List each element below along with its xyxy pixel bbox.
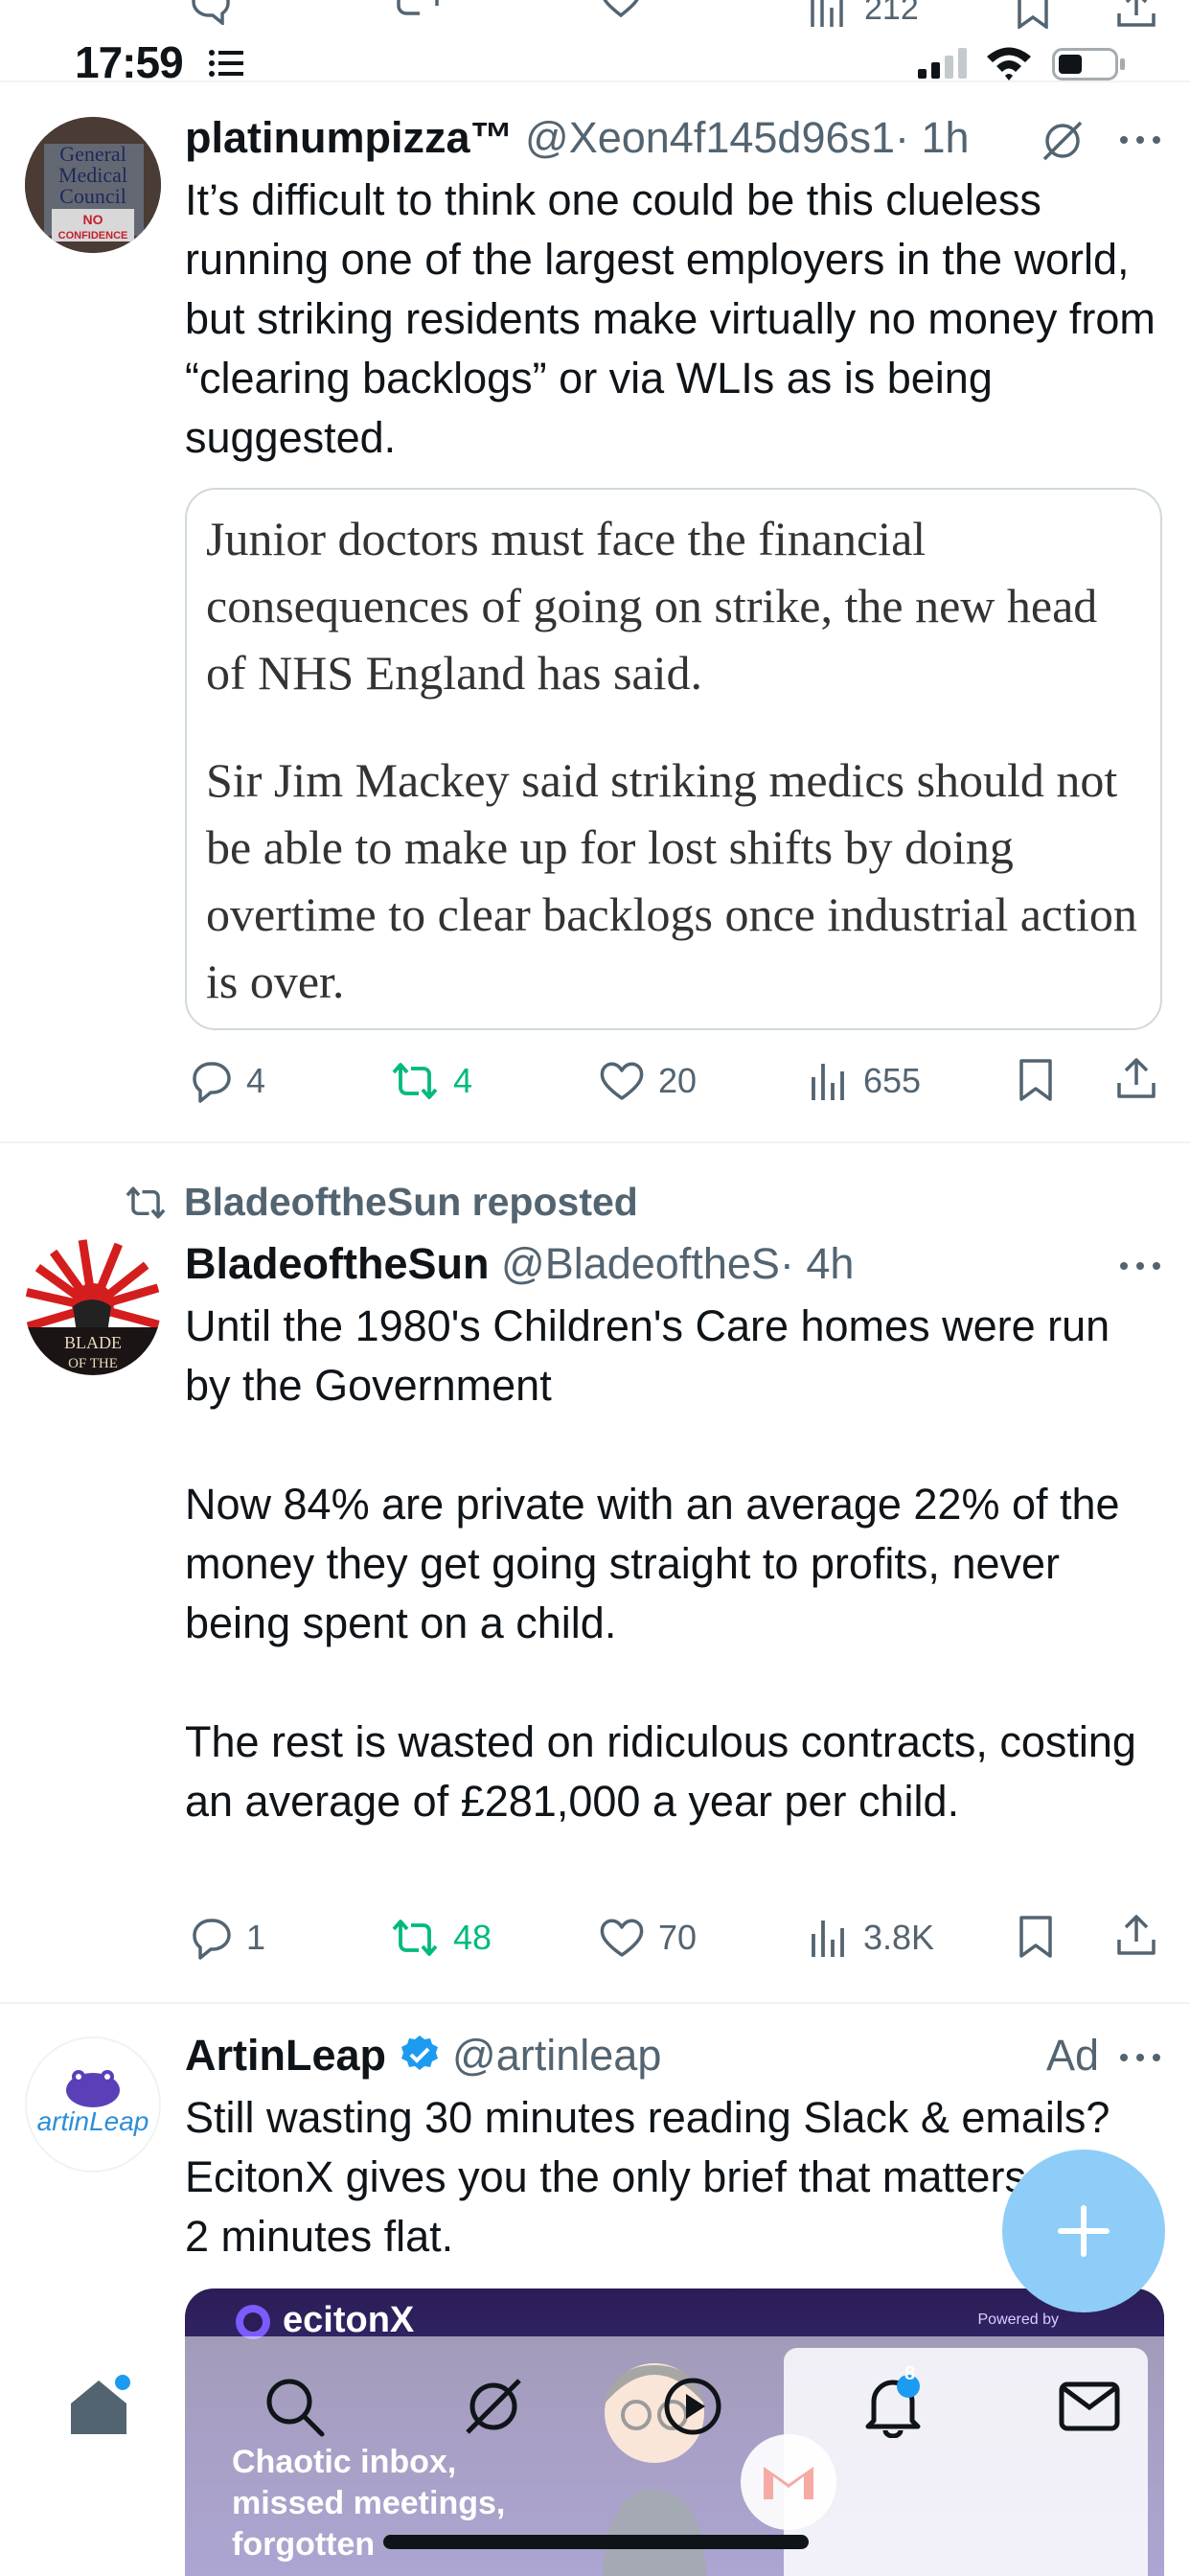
- home-indicator[interactable]: [383, 2535, 809, 2549]
- repost-icon: [392, 1063, 438, 1099]
- views-icon: [812, 1920, 844, 1957]
- views-icon: [812, 1064, 844, 1100]
- quoted-image[interactable]: Junior doctors must face the financial c…: [185, 488, 1162, 1030]
- more-options-icon[interactable]: [1119, 1260, 1161, 1272]
- tweet-header: ArtinLeap @artinleap: [185, 2031, 661, 2081]
- repost-icon: [392, 1920, 438, 1956]
- timestamp[interactable]: · 4h: [780, 1239, 855, 1288]
- wifi-icon: [987, 47, 1031, 80]
- reply-button[interactable]: 4: [189, 1052, 265, 1110]
- cellular-signal-icon: [918, 48, 967, 79]
- repost-button[interactable]: 4: [390, 1052, 472, 1110]
- avatar-text-1: BLADE: [64, 1333, 122, 1352]
- reply-count: 4: [246, 1061, 266, 1100]
- repost-count: 48: [453, 1918, 492, 1957]
- verified-badge-icon: [400, 2036, 438, 2070]
- display-name[interactable]: ArtinLeap: [185, 2031, 386, 2080]
- repost-button[interactable]: 48: [390, 1909, 492, 1966]
- bookmark-icon[interactable]: [1017, 1915, 1055, 1959]
- notification-badge: 8: [904, 2363, 916, 2384]
- tweet-text: It’s difficult to think one could be thi…: [185, 175, 1168, 462]
- compose-button[interactable]: [1002, 2150, 1165, 2312]
- reply-count: 1: [246, 1918, 266, 1957]
- home-icon[interactable]: [67, 2375, 130, 2438]
- like-icon: [600, 1062, 644, 1100]
- like-button[interactable]: 70: [599, 1909, 697, 1966]
- reply-button[interactable]: 1: [189, 1909, 265, 1966]
- views-count: 212: [864, 0, 919, 27]
- avatar-image: artinLeap: [37, 2070, 149, 2136]
- list-icon: [209, 50, 243, 77]
- tweet-text: Until the 1980's Children's Care homes w…: [185, 1301, 1136, 1826]
- quote-paragraph: Sir Jim Mackey said striking medics shou…: [206, 753, 1137, 1008]
- messages-icon[interactable]: [1058, 2375, 1121, 2438]
- like-icon[interactable]: [598, 0, 644, 25]
- timestamp[interactable]: · 1h: [895, 113, 970, 162]
- display-name[interactable]: BladeoftheSun: [185, 1239, 490, 1288]
- share-icon[interactable]: [1114, 1913, 1158, 1957]
- status-bar: 212 17:59: [0, 0, 1190, 87]
- avatar-text-2: OF THE: [68, 1356, 118, 1371]
- tweet-actions: 4 4 20 655: [185, 1052, 1172, 1110]
- more-options-icon[interactable]: [1119, 2052, 1161, 2063]
- display-name[interactable]: platinumpizza™: [185, 113, 514, 162]
- ad-label: Ad: [1045, 2031, 1099, 2080]
- share-icon[interactable]: [1114, 1056, 1158, 1100]
- avatar-image: BLADE OF THE: [25, 1239, 161, 1375]
- tweet[interactable]: General Medical Council NO CONFIDENCE pl…: [0, 84, 1190, 1143]
- avatar-text-3: Council: [59, 184, 126, 208]
- views-icon[interactable]: [807, 0, 849, 29]
- user-handle[interactable]: @Xeon4f145d96s1: [525, 113, 895, 162]
- avatar[interactable]: General Medical Council NO CONFIDENCE: [25, 117, 161, 253]
- repost-icon[interactable]: [393, 0, 443, 25]
- avatar-logo-text: artinLeap: [37, 2106, 149, 2136]
- like-icon: [600, 1919, 644, 1957]
- avatar-text-4: NO: [83, 212, 103, 227]
- tweet[interactable]: BladeoftheSun reposted BLADE OF THE Blad…: [0, 1145, 1190, 2004]
- views-button[interactable]: 3.8K: [808, 1909, 934, 1966]
- search-icon[interactable]: [263, 2375, 326, 2438]
- tweet-header: BladeoftheSun @BladeoftheS· 4h: [185, 1239, 854, 1289]
- grok-icon[interactable]: [462, 2375, 525, 2438]
- bookmark-icon[interactable]: [1016, 0, 1050, 29]
- grok-icon[interactable]: [1041, 119, 1085, 163]
- quote-paragraph: Junior doctors must face the financial c…: [206, 512, 1098, 700]
- video-icon[interactable]: [661, 2375, 724, 2438]
- plus-icon: [1058, 2205, 1110, 2257]
- tweet-header: platinumpizza™ @Xeon4f145d96s1· 1h: [185, 113, 970, 163]
- ad-brand: ecitonX: [283, 2300, 415, 2340]
- more-options-icon[interactable]: [1119, 134, 1161, 146]
- repost-indicator[interactable]: BladeoftheSun reposted: [123, 1180, 638, 1225]
- avatar[interactable]: BLADE OF THE: [25, 1239, 161, 1375]
- repost-count: 4: [453, 1061, 473, 1100]
- reply-icon[interactable]: [188, 0, 234, 25]
- repost-icon: [126, 1185, 166, 1219]
- notifications-icon[interactable]: [858, 2375, 927, 2438]
- share-icon[interactable]: [1115, 0, 1157, 29]
- repost-label: BladeoftheSun reposted: [184, 1180, 638, 1224]
- avatar-image: General Medical Council NO CONFIDENCE: [25, 117, 161, 253]
- views-count: 655: [863, 1061, 922, 1100]
- clock: 17:59: [75, 37, 184, 87]
- like-count: 20: [658, 1061, 698, 1100]
- user-handle[interactable]: @artinleap: [452, 2031, 661, 2080]
- like-button[interactable]: 20: [599, 1052, 697, 1110]
- reply-icon: [193, 1062, 231, 1103]
- views-count: 3.8K: [863, 1918, 935, 1957]
- battery-icon: [1052, 48, 1125, 80]
- reply-icon: [193, 1919, 231, 1960]
- views-button[interactable]: 655: [808, 1052, 921, 1110]
- avatar-text-5: CONFIDENCE: [58, 230, 128, 242]
- user-handle[interactable]: @BladeoftheS: [501, 1239, 780, 1288]
- bookmark-icon[interactable]: [1017, 1058, 1055, 1102]
- avatar[interactable]: artinLeap: [25, 2036, 161, 2173]
- like-count: 70: [658, 1918, 698, 1957]
- ad-powered-by: Powered by: [977, 2312, 1060, 2328]
- tweet-actions: 1 48 70 3.8K: [185, 1909, 1172, 1966]
